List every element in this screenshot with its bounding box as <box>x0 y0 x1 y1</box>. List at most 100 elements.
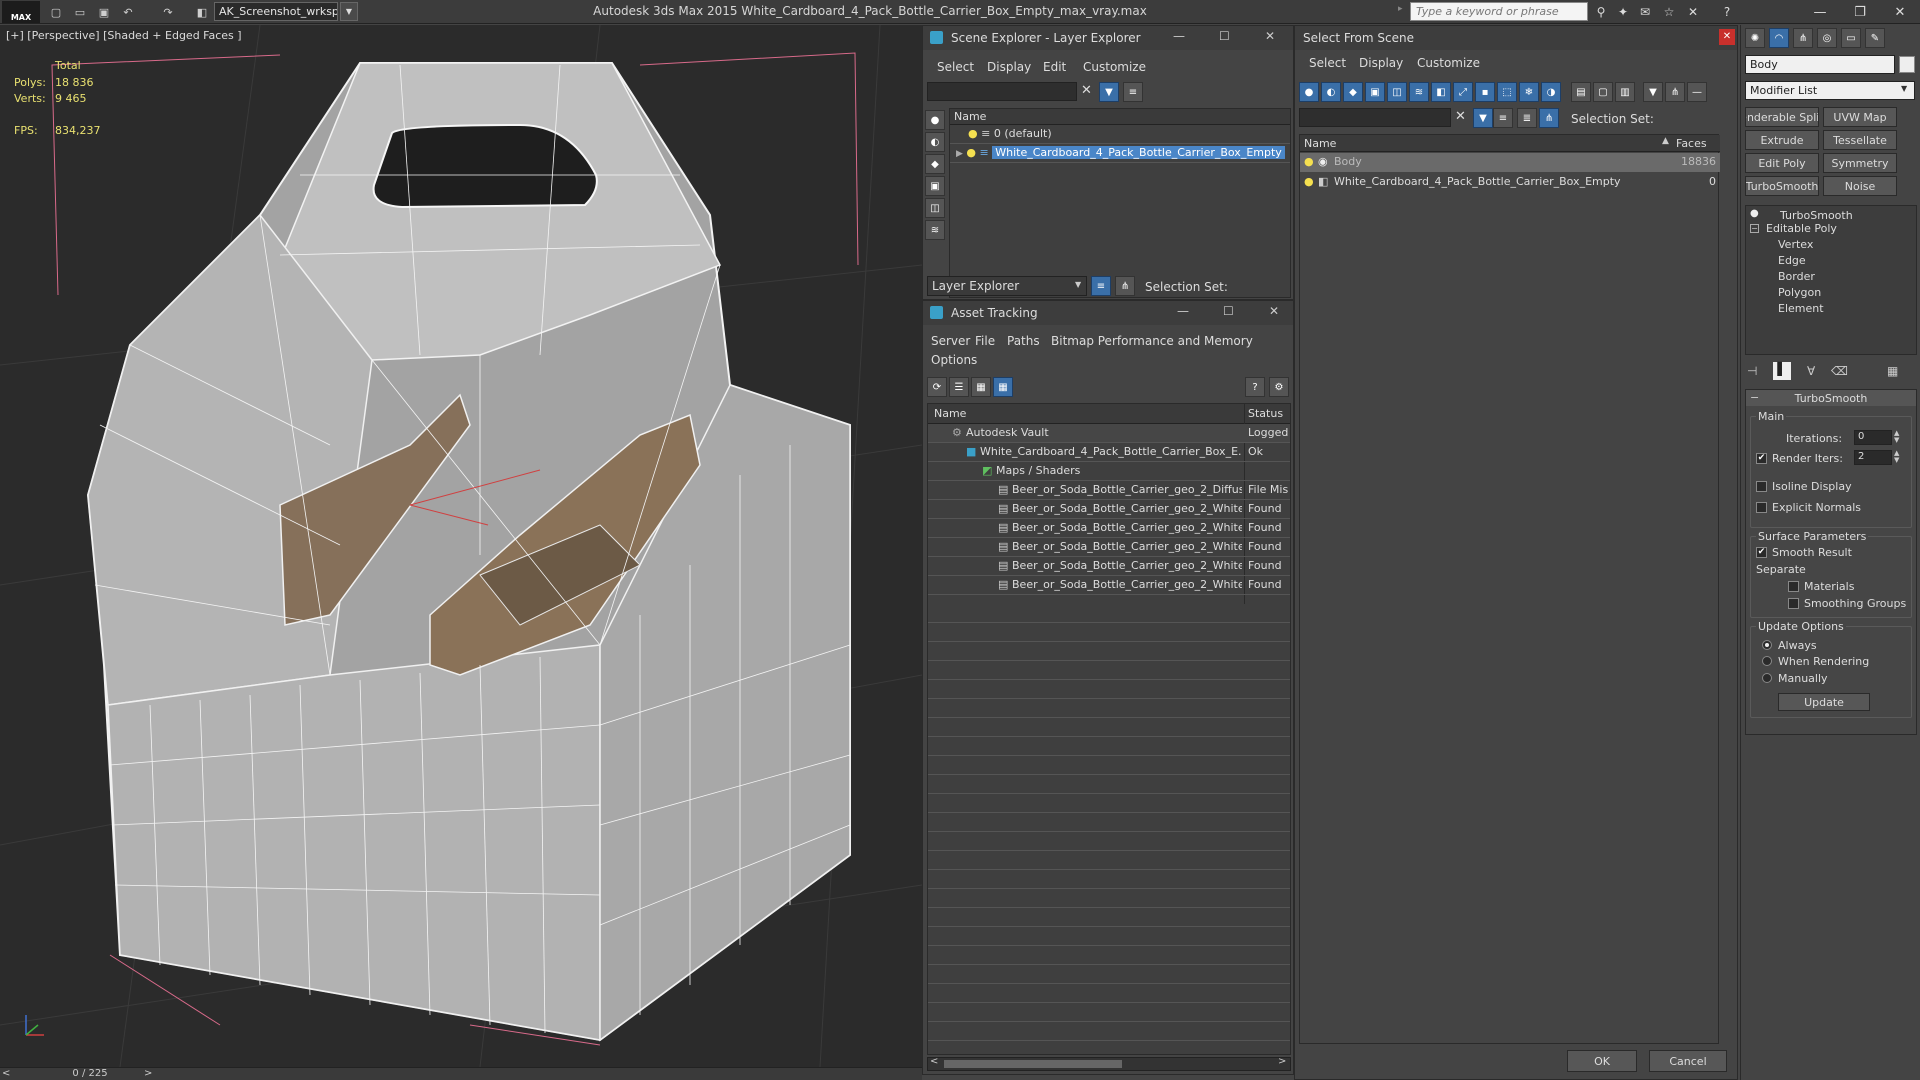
asset-row-map[interactable]: ▤ Beer_or_Soda_Bottle_Carrier_geo_2_Whit… <box>928 500 1290 519</box>
redo-icon[interactable]: ↷ <box>160 4 176 20</box>
utilities-tab-icon[interactable]: ✎ <box>1865 28 1885 48</box>
minimize-icon[interactable]: — <box>1177 304 1189 318</box>
perspective-viewport[interactable]: [+] [Perspective] [Shaded + Edged Faces … <box>0 25 922 1067</box>
dropdown-arrow-icon[interactable]: ▼ <box>1075 280 1081 289</box>
display-geometry-icon[interactable]: ● <box>925 110 945 130</box>
render-iters-input[interactable]: 2 <box>1854 450 1892 465</box>
stack-item-vertex[interactable]: Vertex <box>1778 238 1813 251</box>
modifier-btn-extrude[interactable]: Extrude <box>1745 130 1819 150</box>
help-icon[interactable]: ? <box>1245 377 1265 397</box>
select-invert-icon[interactable]: ▥ <box>1615 82 1635 102</box>
new-file-icon[interactable]: ▢ <box>48 4 64 20</box>
display-hidden-icon[interactable]: ◑ <box>1541 82 1561 102</box>
close-icon[interactable]: ✕ <box>1880 0 1920 24</box>
favorites-star-icon[interactable]: ☆ <box>1660 4 1678 20</box>
scrollbar-thumb[interactable] <box>944 1060 1122 1068</box>
configure-modifier-sets-icon[interactable]: ▦ <box>1887 364 1898 378</box>
layers-icon[interactable]: ≣ <box>1517 108 1537 128</box>
stack-item-element[interactable]: Element <box>1778 302 1824 315</box>
undo-icon[interactable]: ↶ <box>120 4 136 20</box>
display-helpers-icon[interactable]: ◫ <box>925 198 945 218</box>
sfs-menu-customize[interactable]: Customize <box>1417 56 1480 70</box>
hierarchy-filter-icon[interactable]: ⋔ <box>1665 82 1685 102</box>
se-menu-display[interactable]: Display <box>987 60 1031 74</box>
asset-row-map[interactable]: ▤ Beer_or_Soda_Bottle_Carrier_geo_2_Whit… <box>928 576 1290 595</box>
at-menu-bitmap[interactable]: Bitmap Performance and Memory <box>1051 334 1253 348</box>
workspace-selector[interactable]: AK_Screenshot_wrksp <box>214 2 338 21</box>
asset-tracking-titlebar[interactable]: Asset Tracking — ☐ ✕ <box>923 301 1293 325</box>
explicit-normals-checkbox[interactable] <box>1756 502 1767 513</box>
layer-row-carrier[interactable]: ▶ ● ≡ White_Cardboard_4_Pack_Bottle_Carr… <box>950 144 1290 163</box>
search-expand-icon[interactable]: ▸ <box>1398 4 1406 20</box>
display-bones-icon[interactable]: ▪ <box>1475 82 1495 102</box>
maximize-icon[interactable]: ☐ <box>1223 304 1234 318</box>
se-menu-customize[interactable]: Customize <box>1083 60 1146 74</box>
timeline-next-icon[interactable]: > <box>144 1068 152 1079</box>
scroll-left-icon[interactable]: < <box>930 1056 938 1067</box>
binoculars-icon[interactable]: ⚲ <box>1592 4 1610 20</box>
hierarchy-tab-icon[interactable]: ⋔ <box>1793 28 1813 48</box>
asset-row-maps[interactable]: ◩ Maps / Shaders <box>928 462 1290 481</box>
exchange-icon[interactable]: ✕ <box>1684 4 1702 20</box>
modifier-btn-renderable-spline[interactable]: enderable Splir <box>1745 107 1819 127</box>
list-view-icon[interactable]: ☰ <box>949 377 969 397</box>
minimize-icon[interactable]: — <box>1173 29 1185 43</box>
layers-toggle-icon[interactable]: ≡ <box>1091 276 1111 296</box>
layer-row-default[interactable]: ● ≡ 0 (default) <box>950 125 1290 144</box>
refresh-icon[interactable]: ⟳ <box>927 377 947 397</box>
display-lights-icon[interactable]: ◆ <box>925 154 945 174</box>
display-spacewarps-icon[interactable]: ≋ <box>1409 82 1429 102</box>
clear-search-icon[interactable]: ✕ <box>1081 83 1092 98</box>
open-file-icon[interactable]: ▭ <box>72 4 88 20</box>
sfs-search-input[interactable] <box>1299 108 1451 127</box>
manually-radio[interactable] <box>1762 673 1772 683</box>
layer-filter-icon[interactable]: ≡ <box>1493 108 1513 128</box>
display-shapes-icon[interactable]: ◐ <box>1321 82 1341 102</box>
viewport-label[interactable]: [+] [Perspective] [Shaded + Edged Faces … <box>6 29 242 42</box>
lightbulb-icon[interactable]: ● <box>966 146 976 159</box>
display-containers-icon[interactable]: ⬚ <box>1497 82 1517 102</box>
thumbnail-view-icon[interactable]: ▦ <box>971 377 991 397</box>
rollout-header[interactable]: − TurboSmooth <box>1746 390 1916 406</box>
display-shapes-icon[interactable]: ◐ <box>925 132 945 152</box>
asset-row-map[interactable]: ▤ Beer_or_Soda_Bottle_Carrier_geo_2_Whit… <box>928 538 1290 557</box>
modifier-btn-noise[interactable]: Noise <box>1823 176 1897 196</box>
display-cameras-icon[interactable]: ▣ <box>925 176 945 196</box>
motion-tab-icon[interactable]: ◎ <box>1817 28 1837 48</box>
at-menu-file[interactable]: File <box>975 334 995 348</box>
modifier-btn-symmetry[interactable]: Symmetry <box>1823 153 1897 173</box>
sfs-col-name[interactable]: Name <box>1304 137 1336 150</box>
display-groups-icon[interactable]: ◧ <box>1431 82 1451 102</box>
modify-tab-icon[interactable]: ◠ <box>1769 28 1789 48</box>
se-col-name[interactable]: Name <box>950 109 1290 125</box>
scroll-right-icon[interactable]: > <box>1278 1056 1286 1067</box>
close-icon[interactable]: ✕ <box>1719 29 1735 45</box>
asset-row-vault[interactable]: ⚙ Autodesk Vault Logged <box>928 424 1290 443</box>
communication-icon[interactable]: ✉ <box>1636 4 1654 20</box>
scene-explorer-titlebar[interactable]: Scene Explorer - Layer Explorer — ☐ ✕ <box>923 26 1293 50</box>
dropdown-arrow-icon[interactable]: ▼ <box>1901 84 1907 93</box>
layer-filter-icon[interactable]: ≡ <box>1123 82 1143 102</box>
update-button[interactable]: Update <box>1778 693 1870 711</box>
iterations-input[interactable]: 0 <box>1854 430 1892 445</box>
remove-modifier-icon[interactable]: ⌫ <box>1831 364 1848 378</box>
asset-row-scene-file[interactable]: ■ White_Cardboard_4_Pack_Bottle_Carrier_… <box>928 443 1290 462</box>
explorer-type-dropdown[interactable]: Layer Explorer <box>927 276 1087 296</box>
display-spacewarps-icon[interactable]: ≋ <box>925 220 945 240</box>
display-cameras-icon[interactable]: ▣ <box>1365 82 1385 102</box>
pin-stack-icon[interactable]: ⊣ <box>1747 364 1757 378</box>
lightbulb-icon[interactable]: ● <box>968 127 978 140</box>
display-lights-icon[interactable]: ◆ <box>1343 82 1363 102</box>
search-input[interactable]: Type a keyword or phrase <box>1410 2 1588 21</box>
select-from-scene-titlebar[interactable]: Select From Scene ✕ <box>1295 26 1737 50</box>
stack-item-border[interactable]: Border <box>1778 270 1815 283</box>
modifier-list-dropdown[interactable]: Modifier List <box>1745 81 1915 100</box>
modifier-btn-uvw-map[interactable]: UVW Map <box>1823 107 1897 127</box>
stack-item-edge[interactable]: Edge <box>1778 254 1806 267</box>
smoothing-groups-checkbox[interactable] <box>1788 598 1799 609</box>
se-menu-edit[interactable]: Edit <box>1043 60 1066 74</box>
materials-checkbox[interactable] <box>1788 581 1799 592</box>
always-radio[interactable] <box>1762 640 1772 650</box>
sort-ascending-icon[interactable]: ▲ <box>1662 136 1669 146</box>
ok-button[interactable]: OK <box>1567 1050 1637 1072</box>
